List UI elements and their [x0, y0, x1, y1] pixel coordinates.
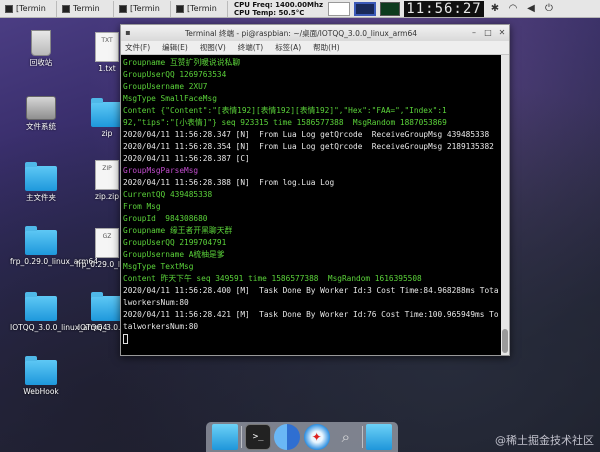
terminal-line: 2020/04/11 11:56:28.421 [M] Task Done By…: [123, 310, 499, 319]
terminal-line: GroupUserQQ 1269763534: [123, 70, 227, 79]
terminal-line: GroupUserQQ 2199704791: [123, 238, 227, 247]
dock-separator: [240, 426, 242, 448]
folder-icon: [91, 98, 123, 127]
desktop-icon-home[interactable]: 主文件夹: [10, 162, 72, 202]
desktop-icon-label: WebHook: [23, 387, 59, 396]
dock-folder-icon-2[interactable]: [366, 424, 393, 450]
folder-icon: [25, 226, 57, 255]
minimize-icon[interactable]: –: [467, 26, 481, 40]
terminal-line: 2020/04/11 11:56:28.400 [M] Task Done By…: [123, 286, 499, 295]
dock-finder-icon[interactable]: [274, 424, 301, 450]
desktop-icon-label: 回收站: [29, 58, 53, 67]
terminal-line: lworkersNum:80: [123, 298, 189, 307]
dock-terminal-icon[interactable]: >_: [245, 424, 272, 450]
desktop-icon-label: IOTQQ_3.0.0_linux_arm64: [10, 323, 108, 332]
hard-drive-icon: [26, 96, 56, 120]
desktop-icon-label: frp_0.29.0_linux_arm64: [10, 257, 99, 266]
clock: 11:56:27: [404, 0, 484, 17]
terminal-icon: [119, 4, 127, 13]
terminal-line: GroupId 984308680: [123, 214, 208, 223]
volume-icon[interactable]: ◀: [524, 2, 538, 16]
dock-search-icon[interactable]: ⌕: [333, 424, 359, 450]
terminal-line: 2020/04/11 11:56:28.388 [N] From log.Lua…: [123, 178, 335, 187]
terminal-window[interactable]: ▪ Terminal 终端 - pi@raspbian: ~/桌面/IOTQQ_…: [120, 24, 510, 356]
terminal-line: Groupname 缘王者开黑聊天群: [123, 226, 233, 235]
power-icon[interactable]: ⏻: [542, 2, 556, 16]
taskbar-task-3[interactable]: [Termin: [116, 0, 171, 17]
menu-help[interactable]: 帮助(H): [313, 42, 340, 53]
terminal-icon: [176, 4, 184, 13]
terminal-line: Content 昨天下午 seq 349591 time 1586577388 …: [123, 274, 422, 283]
watermark: @稀土掘金技术社区: [495, 434, 594, 447]
terminal-line: GroupUsername A梳柚是爹: [123, 250, 225, 259]
desktop-icon-label: 文件系统: [26, 122, 56, 131]
terminal-line: Groupname 互赞扩列暖说说私聊: [123, 58, 241, 67]
top-taskbar: [Termin Termin [Termin [Termin CPU Freq:…: [0, 0, 600, 18]
terminal-scrollbar[interactable]: [501, 55, 509, 355]
terminal-icon: [62, 4, 70, 13]
terminal-line: 2020/04/11 11:56:28.354 [N] From Lua Log…: [123, 142, 494, 151]
terminal-line: CurrentQQ 439485338: [123, 190, 213, 199]
cpu-freq: CPU Freq: 1400.00Mhz: [234, 0, 324, 9]
workspace-blank[interactable]: [328, 1, 350, 16]
terminal-cursor-line: [123, 333, 499, 345]
scrollbar-thumb[interactable]: [502, 329, 508, 353]
taskbar-task-1[interactable]: [Termin: [2, 0, 57, 17]
task-label: [Termin: [130, 4, 160, 13]
dock-folder-icon[interactable]: [211, 424, 238, 450]
terminal-line: MsgType SmallFaceMsg: [123, 94, 217, 103]
desktop-icon-filesystem[interactable]: 文件系统: [10, 96, 72, 131]
terminal-line: talworkersNum:80: [123, 322, 199, 331]
menu-edit[interactable]: 编辑(E): [162, 42, 188, 53]
desktop-icon-label: 主文件夹: [26, 193, 56, 202]
terminal-line: From Msg: [123, 202, 161, 211]
desktop-icon-webhook[interactable]: WebHook: [10, 356, 72, 396]
terminal-line: 2020/04/11 11:56:28.347 [N] From Lua Log…: [123, 130, 490, 139]
menu-terminal[interactable]: 终端(T): [238, 42, 263, 53]
folder-icon: [91, 292, 123, 321]
terminal-output[interactable]: Groupname 互赞扩列暖说说私聊 GroupUserQQ 126976353…: [121, 55, 501, 355]
terminal-titlebar[interactable]: ▪ Terminal 终端 - pi@raspbian: ~/桌面/IOTQQ_…: [121, 25, 509, 41]
text-file-icon: TXT: [95, 32, 119, 62]
archive-file-icon: GZ: [95, 228, 119, 258]
task-label: [Termin: [187, 4, 217, 13]
terminal-menubar: 文件(F) 编辑(E) 视图(V) 终端(T) 标签(A) 帮助(H): [121, 41, 509, 55]
workspace-switcher[interactable]: [354, 1, 376, 16]
terminal-cursor: [123, 334, 128, 344]
terminal-line: 92,"tips":"[小表情]"} seq 923315 time 15865…: [123, 118, 447, 127]
task-label: Termin: [73, 4, 100, 13]
cpu-temp: CPU Temp: 50.5°C: [234, 8, 305, 17]
menu-tabs[interactable]: 标签(A): [275, 42, 301, 53]
zip-file-icon: ZIP: [95, 160, 119, 190]
desktop-icon-frp-folder[interactable]: frp_0.29.0_linux_arm64: [10, 226, 99, 266]
terminal-line: 2020/04/11 11:56:28.387 [C]: [123, 154, 250, 163]
terminal-line: Content {"Content":"[表情192][表情192][表情192…: [123, 106, 447, 115]
desktop-icon-iotqq-folder[interactable]: IOTQQ_3.0.0_linux_arm64: [10, 292, 108, 332]
load-graph: [380, 1, 400, 16]
window-title: Terminal 终端 - pi@raspbian: ~/桌面/IOTQQ_3.…: [184, 28, 418, 38]
maximize-icon[interactable]: □: [481, 26, 495, 40]
terminal-icon: [5, 4, 13, 13]
trash-icon: [31, 30, 51, 56]
desktop-icon-trash[interactable]: 回收站: [10, 30, 72, 67]
folder-icon: [25, 356, 57, 385]
terminal-line: GroupUsername 2XU7: [123, 82, 208, 91]
bluetooth-icon[interactable]: ✱: [488, 2, 502, 16]
menu-file[interactable]: 文件(F): [125, 42, 150, 53]
taskbar-task-2[interactable]: Termin: [59, 0, 114, 17]
task-label: [Termin: [16, 4, 46, 13]
window-menu-icon[interactable]: ▪: [121, 26, 135, 40]
cpu-monitor: CPU Freq: 1400.00Mhz CPU Temp: 50.5°C: [234, 1, 324, 17]
terminal-line: GroupMsgParseMsg: [123, 166, 199, 175]
close-icon[interactable]: ✕: [495, 26, 509, 40]
folder-icon: [25, 162, 57, 191]
dock: >_ ✦ ⌕: [206, 422, 398, 452]
dock-safari-icon[interactable]: ✦: [303, 424, 330, 450]
taskbar-task-4[interactable]: [Termin: [173, 0, 228, 17]
terminal-line: MsgType TextMsg: [123, 262, 194, 271]
dock-separator: [362, 426, 364, 448]
wifi-icon[interactable]: ◠: [506, 2, 520, 16]
menu-view[interactable]: 视图(V): [200, 42, 226, 53]
folder-icon: [25, 292, 57, 321]
